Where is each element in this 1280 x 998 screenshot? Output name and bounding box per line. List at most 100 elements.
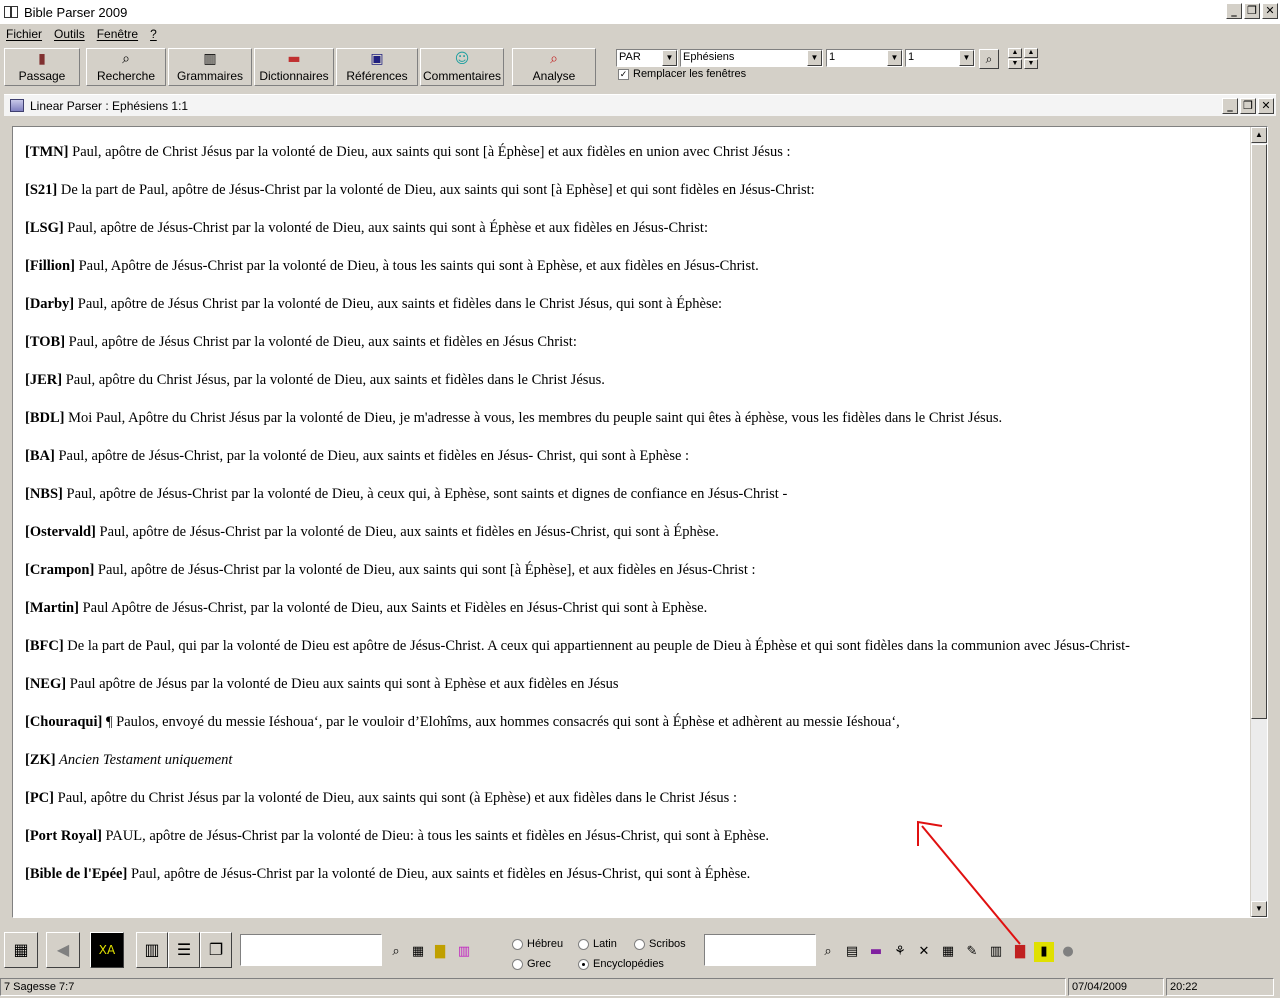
scroll-thumb[interactable] xyxy=(1251,144,1267,719)
child-window-title-bar: Linear Parser : Ephésiens 1:1 _ ❐ ✕ xyxy=(4,94,1276,116)
radio-latin-label: Latin xyxy=(593,938,617,950)
translation-code[interactable]: [LSG] xyxy=(25,220,64,236)
chevron-down-icon[interactable]: ▼ xyxy=(887,50,902,66)
translation-code[interactable]: [Martin] xyxy=(25,600,79,616)
radio-scribos-circle[interactable] xyxy=(634,938,645,950)
spin-up-right-button[interactable]: ▲ xyxy=(1024,48,1038,58)
references-button[interactable]: ▣ Références xyxy=(336,48,418,86)
translation-code[interactable]: [Ostervald] xyxy=(25,524,96,540)
scroll-down-button[interactable]: ▼ xyxy=(1251,901,1267,917)
bar-icon[interactable]: ▥ xyxy=(454,942,474,962)
radio-scribos[interactable]: Scribos xyxy=(634,938,686,950)
scroll-up-button[interactable]: ▲ xyxy=(1251,127,1267,143)
bar-chart-icon[interactable]: ▇ xyxy=(1010,942,1030,962)
bottom-search-field-left[interactable] xyxy=(240,934,382,966)
layout-columns-button[interactable]: ▥ xyxy=(136,932,168,968)
menu-fenetre[interactable]: Fenêtre xyxy=(97,27,138,41)
verse-text: ¶ Paulos, envoyé du messie Iéshoua‘, par… xyxy=(102,714,900,730)
commentaires-button[interactable]: ☺ Commentaires xyxy=(420,48,504,86)
book-combo[interactable]: Ephésiens ▼ xyxy=(680,49,823,67)
restore-button[interactable]: ❐ xyxy=(1244,3,1260,19)
analyse-button[interactable]: ⌕ Analyse xyxy=(512,48,596,86)
text-tool-icon[interactable]: ▤ xyxy=(842,942,862,962)
tools-icon[interactable]: ✕ xyxy=(914,942,934,962)
radio-grec[interactable]: Grec xyxy=(512,958,551,970)
app-title: Bible Parser 2009 xyxy=(24,4,128,20)
menu-fichier[interactable]: Fichier xyxy=(6,27,42,41)
child-window-title: Linear Parser : Ephésiens 1:1 xyxy=(30,98,189,113)
child-close-button[interactable]: ✕ xyxy=(1258,98,1274,114)
magnifier-icon[interactable]: ⌕ xyxy=(818,942,838,962)
translation-code[interactable]: [Darby] xyxy=(25,296,74,312)
chevron-down-icon[interactable]: ▼ xyxy=(959,50,974,66)
dictionnaires-button[interactable]: ▬ Dictionnaires xyxy=(254,48,334,86)
child-restore-button[interactable]: ❐ xyxy=(1240,98,1256,114)
disc-icon[interactable]: ● xyxy=(1058,942,1078,962)
tree-icon[interactable]: ⚘ xyxy=(890,942,910,962)
version-combo[interactable]: PAR ▼ xyxy=(616,49,678,67)
translation-code[interactable]: [Bible de l'Epée] xyxy=(25,866,127,882)
spin-down-right-button[interactable]: ▼ xyxy=(1024,59,1038,69)
vertical-scrollbar[interactable]: ▲ ▼ xyxy=(1250,127,1267,917)
magnifier-icon[interactable]: ⌕ xyxy=(386,942,406,962)
minimize-button[interactable]: _ xyxy=(1226,3,1242,19)
replace-windows-checkbox[interactable]: ✓ xyxy=(618,68,629,80)
menu-outils[interactable]: Outils xyxy=(54,27,85,41)
translation-code[interactable]: [NEG] xyxy=(25,676,66,692)
replace-windows-option[interactable]: ✓ Remplacer les fenêtres xyxy=(618,68,746,80)
translation-code[interactable]: [BA] xyxy=(25,448,55,464)
yellow-tool-icon[interactable]: ▮ xyxy=(1034,942,1054,962)
spin-up-left-button[interactable]: ▲ xyxy=(1008,48,1022,58)
child-minimize-button[interactable]: _ xyxy=(1222,98,1238,114)
radio-latin[interactable]: Latin xyxy=(578,938,617,950)
bottom-search-field-right[interactable] xyxy=(704,934,816,966)
radio-grec-circle[interactable] xyxy=(512,958,523,970)
translation-code[interactable]: [JER] xyxy=(25,372,62,388)
chart-icon[interactable]: ▇ xyxy=(430,942,450,962)
grammaires-button[interactable]: ▥ Grammaires xyxy=(168,48,252,86)
app-title-bar: Bible Parser 2009 _ ❐ ✕ xyxy=(0,0,1280,24)
verse-row: [Port Royal] PAUL, apôtre de Jésus-Chris… xyxy=(25,827,1225,846)
translation-code[interactable]: [Port Royal] xyxy=(25,828,102,844)
main-toolbar: ▮ Passage ⌕ Recherche ▥ Grammaires ▬ Dic… xyxy=(0,46,1280,88)
translation-code[interactable]: [ZK] xyxy=(25,752,56,768)
radio-latin-circle[interactable] xyxy=(578,938,589,950)
recherche-button[interactable]: ⌕ Recherche xyxy=(86,48,166,86)
translation-code[interactable]: [BFC] xyxy=(25,638,64,654)
spin-down-left-button[interactable]: ▼ xyxy=(1008,59,1022,69)
table-icon[interactable]: ▦ xyxy=(938,942,958,962)
back-button[interactable]: ◀ xyxy=(46,932,80,968)
translation-code[interactable]: [Chouraqui] xyxy=(25,714,102,730)
notes-icon[interactable]: ✎ xyxy=(962,942,982,962)
layout-lines-button[interactable]: ☰ xyxy=(168,932,200,968)
translation-code[interactable]: [S21] xyxy=(25,182,57,198)
greek-hebrew-button[interactable]: ΧΑ xyxy=(90,932,124,968)
translation-code[interactable]: [Fillion] xyxy=(25,258,75,274)
verse-row: [Chouraqui] ¶ Paulos, envoyé du messie I… xyxy=(25,713,1225,732)
passage-label: Passage xyxy=(18,69,66,83)
radio-encyclopedies-circle[interactable] xyxy=(578,958,589,970)
books-stack-icon[interactable]: ▬ xyxy=(866,942,886,962)
radio-encyclopedies[interactable]: Encyclopédies xyxy=(578,958,664,970)
menu-help[interactable]: ? xyxy=(150,27,157,41)
translation-code[interactable]: [Crampon] xyxy=(25,562,94,578)
close-button[interactable]: ✕ xyxy=(1262,3,1278,19)
grid-icon[interactable]: ▦ xyxy=(408,942,428,962)
bottom-toolbar: ▦ ◀ ΧΑ ▥ ☰ ❐ ⌕ ▦ ▇ ▥ Hébreu Latin Scribo… xyxy=(0,928,1280,976)
translation-code[interactable]: [BDL] xyxy=(25,410,64,426)
chapter-combo[interactable]: 1 ▼ xyxy=(826,49,903,67)
go-search-button[interactable]: ⌕ xyxy=(979,49,999,69)
chevron-down-icon[interactable]: ▼ xyxy=(807,50,822,66)
radio-hebreu[interactable]: Hébreu xyxy=(512,938,563,950)
calculator-button[interactable]: ▦ xyxy=(4,932,38,968)
chevron-down-icon[interactable]: ▼ xyxy=(662,50,677,66)
translation-code[interactable]: [NBS] xyxy=(25,486,63,502)
translation-code[interactable]: [TOB] xyxy=(25,334,65,350)
translation-code[interactable]: [PC] xyxy=(25,790,54,806)
columns-icon[interactable]: ▥ xyxy=(986,942,1006,962)
radio-hebreu-circle[interactable] xyxy=(512,938,523,950)
passage-button[interactable]: ▮ Passage xyxy=(4,48,80,86)
layout-windows-button[interactable]: ❐ xyxy=(200,932,232,968)
verse-combo[interactable]: 1 ▼ xyxy=(905,49,975,67)
translation-code[interactable]: [TMN] xyxy=(25,144,69,160)
